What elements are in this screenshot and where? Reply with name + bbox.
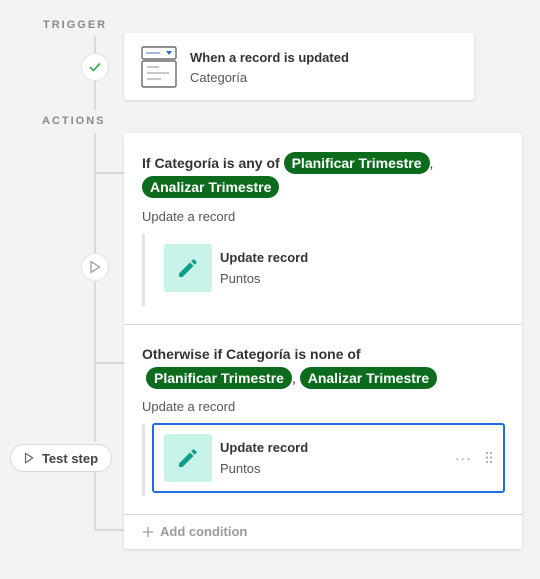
condition-1-branch-rail <box>142 234 145 306</box>
condition-2-chip: Analizar Trimestre <box>299 367 438 389</box>
condition-1-step[interactable]: Update record Puntos <box>164 244 308 292</box>
condition-2-step[interactable]: Update record Puntos <box>164 434 308 482</box>
condition-1-prefix: If Categoría is any of <box>142 155 280 171</box>
trigger-title: When a record is updated <box>190 50 349 65</box>
step-subtitle: Puntos <box>220 461 261 476</box>
step-icon-box <box>164 244 212 292</box>
connector-line <box>94 80 96 110</box>
more-options-icon[interactable]: ··· <box>455 450 472 466</box>
step-icon-box <box>164 434 212 482</box>
step-subtitle: Puntos <box>220 271 261 286</box>
step-title: Update record <box>220 440 309 455</box>
condition-1-text[interactable]: If Categoría is any of Planificar Trimes… <box>142 151 462 199</box>
trigger-status-node <box>81 53 109 81</box>
pencil-icon <box>179 449 197 467</box>
plus-icon <box>143 526 153 537</box>
condition-1-action-label: Update a record <box>142 209 236 224</box>
pencil-icon <box>179 259 197 277</box>
play-icon <box>24 452 34 464</box>
condition-2-text[interactable]: Otherwise if Categoría is none of Planif… <box>142 342 482 390</box>
drag-handle-icon[interactable] <box>485 451 493 469</box>
trigger-subtitle: Categoría <box>190 70 248 85</box>
chip-separator: , <box>429 155 434 171</box>
condition-2-action-label: Update a record <box>142 399 236 414</box>
connector-line <box>94 36 96 54</box>
condition-2-chip: Planificar Trimestre <box>146 367 292 389</box>
branch-connector <box>94 362 124 364</box>
footer-divider <box>124 514 522 515</box>
actions-section-label: ACTIONS <box>42 115 106 127</box>
trigger-card[interactable]: When a record is updated Categoría <box>124 33 474 100</box>
record-update-icon <box>141 46 177 93</box>
condition-2-prefix: Otherwise if Categoría is none of <box>142 346 361 362</box>
trigger-section-label: TRIGGER <box>43 19 108 31</box>
add-condition-button[interactable]: Add condition <box>142 524 247 539</box>
check-icon <box>89 63 101 72</box>
connector-line <box>94 472 96 530</box>
chip-separator: , <box>291 370 296 386</box>
actions-run-node[interactable] <box>81 253 109 281</box>
play-icon <box>90 260 101 274</box>
connector-line <box>94 133 96 253</box>
condition-1-chip: Planificar Trimestre <box>283 152 430 174</box>
test-step-button[interactable]: Test step <box>10 444 112 472</box>
condition-divider <box>124 324 522 325</box>
condition-1-chip: Analizar Trimestre <box>142 176 280 198</box>
condition-2-branch-rail <box>142 424 145 496</box>
step-title: Update record <box>220 250 309 265</box>
test-step-label: Test step <box>41 450 99 466</box>
branch-connector <box>94 172 124 174</box>
add-condition-label: Add condition <box>160 524 248 539</box>
branch-connector <box>94 529 124 531</box>
